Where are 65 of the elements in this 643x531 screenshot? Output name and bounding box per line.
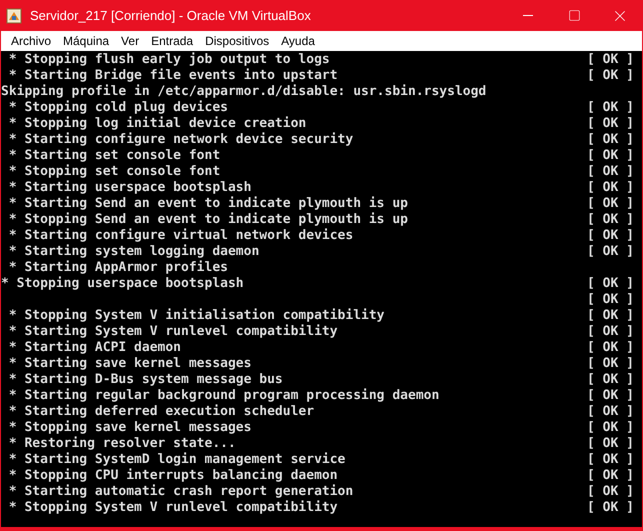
console-line: * Starting configure network device security — [8, 132, 354, 148]
status-text: [ OK ] — [587, 420, 634, 436]
status-text: [ OK ] — [587, 308, 634, 324]
console-line: * Starting save kernel messages — [8, 356, 252, 372]
console-line: * Restoring resolver state... — [8, 436, 236, 452]
status-text: [ OK ] — [587, 324, 634, 340]
console-line: * Starting automatic crash report generation — [8, 484, 354, 500]
menu-item[interactable]: Entrada — [145, 31, 200, 51]
status-text: [ OK ] — [587, 244, 634, 260]
status-text: [ OK ] — [587, 100, 634, 116]
console-line: * Starting regular background program processing daemon — [8, 388, 440, 404]
console-line: * Stopping System V initialisation compatibility — [8, 308, 385, 324]
console-line: * Starting deferred execution scheduler — [8, 404, 314, 420]
status-text: [ OK ] — [587, 68, 634, 84]
app-icon — [6, 8, 22, 24]
menu-item[interactable]: Ver — [115, 31, 146, 51]
status-text: [ OK ] — [587, 388, 634, 404]
console-line: * Stopping set console font — [8, 164, 220, 180]
status-text: [ OK ] — [587, 340, 634, 356]
console-line: * Starting ACPI daemon — [8, 340, 182, 356]
minimize-icon — [523, 15, 533, 16]
status-text: [ OK ] — [587, 212, 634, 228]
console-line: * Stopping log initial device creation — [8, 116, 306, 132]
status-text: [ OK ] — [587, 276, 634, 292]
status-text: [ OK ] — [587, 228, 634, 244]
status-text: [ OK ] — [587, 452, 634, 468]
console-line: * Starting userspace bootsplash — [8, 180, 252, 196]
status-text: [ OK ] — [587, 292, 634, 308]
status-text: [ OK ] — [587, 468, 634, 484]
status-text: [ OK ] — [587, 52, 634, 68]
status-text: [ OK ] — [587, 132, 634, 148]
status-text: [ OK ] — [587, 356, 634, 372]
console-line: * Starting AppArmor profiles — [8, 260, 228, 276]
menu-item[interactable]: Máquina — [57, 31, 116, 51]
maximize-icon — [568, 9, 580, 22]
menu-item[interactable]: Dispositivos — [199, 31, 276, 51]
console-line: Skipping profile in /etc/apparmor.d/disable: usr.sbin.rsyslogd — [1, 84, 486, 100]
console-line: * Starting configure virtual network devices — [8, 228, 354, 244]
status-text: [ OK ] — [587, 404, 634, 420]
console-line: * Stopping save kernel messages — [8, 420, 252, 436]
console-line: * Stopping cold plug devices — [8, 100, 228, 116]
console-line: * Starting Send an event to indicate plymouth is up — [8, 196, 408, 212]
console-line: * Starting SystemD login management service — [8, 452, 346, 468]
status-text: [ OK ] — [587, 116, 634, 132]
console-line: * Stopping System V runlevel compatibility — [8, 500, 338, 516]
window-title: Servidor_217 [Corriendo] - Oracle VM VirtualBox — [30, 6, 311, 25]
status-text: [ OK ] — [587, 180, 634, 196]
status-text: [ OK ] — [587, 148, 634, 164]
console-line: * Starting D-Bus system message bus — [8, 372, 283, 388]
console-line: * Stopping CPU interrupts balancing daemon — [8, 468, 338, 484]
console-line: * Starting System V runlevel compatibility — [8, 324, 338, 340]
status-text: [ OK ] — [587, 436, 634, 452]
console-line: * Starting set console font — [8, 148, 220, 164]
console-line: * Starting Bridge file events into upstart — [8, 68, 338, 84]
status-text: [ OK ] — [587, 484, 634, 500]
status-text: [ OK ] — [587, 164, 634, 180]
menu-item[interactable]: Ayuda — [275, 31, 321, 51]
console-line: * Stopping Send an event to indicate plymouth is up — [8, 212, 408, 228]
console-line: * Starting system logging daemon — [8, 244, 260, 260]
status-text: [ OK ] — [587, 372, 634, 388]
status-text: [ OK ] — [587, 500, 634, 516]
console-line: * Stopping flush early job output to logs — [8, 52, 330, 68]
console-line: * Stopping userspace bootsplash — [1, 276, 244, 292]
menu-item[interactable]: Archivo — [5, 31, 58, 51]
status-text: [ OK ] — [587, 196, 634, 212]
